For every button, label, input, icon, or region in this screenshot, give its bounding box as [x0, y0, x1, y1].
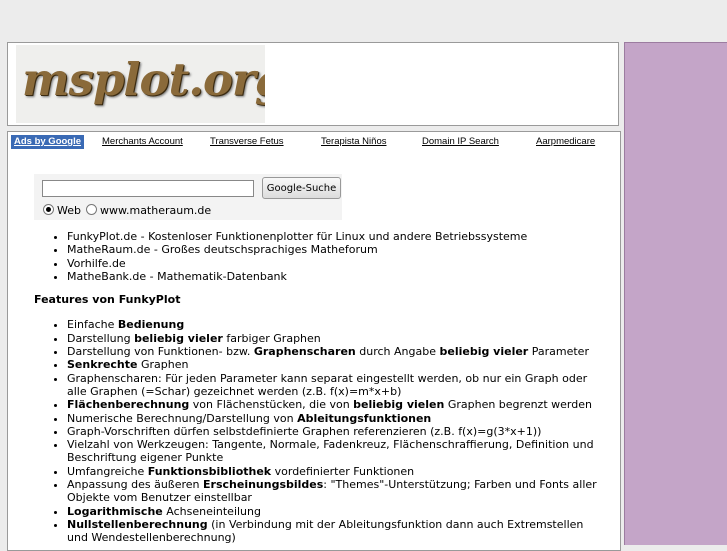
content-area: FunkyPlot.de - Kostenloser Funktionenplo… — [34, 230, 604, 545]
feature-item: Darstellung beliebig vieler farbiger Gra… — [67, 332, 604, 345]
feature-text: beliebig vieler — [439, 345, 529, 359]
features-list: Einfache BedienungDarstellung beliebig v… — [34, 318, 604, 544]
feature-text: Erscheinungsbildes — [203, 478, 324, 492]
radio-web-label: Web — [57, 204, 81, 217]
feature-text: Bedienung — [117, 318, 185, 332]
google-search-box: Google-Suche Web www.matheraum.de — [34, 174, 342, 220]
feature-text: Graphen — [137, 358, 189, 372]
feature-text: Senkrechte — [67, 358, 138, 372]
feature-item: Vielzahl von Werkzeugen: Tangente, Norma… — [67, 438, 604, 465]
header-box: msplot.org — [7, 42, 619, 126]
radio-site-indicator[interactable] — [86, 204, 97, 215]
feature-text: durch Angabe — [355, 345, 440, 359]
site-logo[interactable]: msplot.org — [16, 45, 265, 123]
feature-text: Graphen begrenzt werden — [444, 398, 592, 412]
ad-link-terapista-ninos[interactable]: Terapista Niños — [321, 135, 386, 149]
feature-text: Achseneinteilung — [162, 504, 261, 518]
feature-text: Umfangreiche — [67, 464, 148, 478]
links-list: FunkyPlot.de - Kostenloser Funktionenplo… — [34, 230, 604, 283]
feature-text: vordefinierter Funktionen — [271, 464, 415, 478]
feature-item: Senkrechte Graphen — [67, 358, 604, 371]
feature-item: Graph-Vorschriften dürfen selbstdefinier… — [67, 425, 604, 438]
feature-text: Flächenberechnung — [67, 398, 190, 412]
link-vorhilfe[interactable]: Vorhilfe.de — [67, 257, 604, 270]
feature-item: Anpassung des äußeren Erscheinungsbildes… — [67, 478, 604, 505]
ads-by-google-label[interactable]: Ads by Google — [11, 135, 85, 149]
feature-item: Nullstellenberechnung (in Verbindung mit… — [67, 518, 604, 545]
feature-item: Darstellung von Funktionen- bzw. Graphen… — [67, 345, 604, 358]
feature-text: Graph-Vorschriften dürfen selbstdefinier… — [67, 424, 542, 438]
feature-item: Logarithmische Achseneinteilung — [67, 505, 604, 518]
link-funkyplot[interactable]: FunkyPlot.de - Kostenloser Funktionenplo… — [67, 230, 604, 243]
feature-item: Einfache Bedienung — [67, 318, 604, 331]
search-input[interactable] — [42, 180, 254, 197]
feature-item: Flächenberechnung von Flächenstücken, di… — [67, 398, 604, 411]
ad-link-transverse-fetus[interactable]: Transverse Fetus — [210, 135, 284, 149]
feature-text: Vielzahl von Werkzeugen: Tangente, Norma… — [67, 438, 594, 465]
ad-link-domain-ip-search[interactable]: Domain IP Search — [422, 135, 499, 149]
radio-web[interactable]: Web — [43, 204, 81, 217]
main-content: Ads by Google Merchants Account Transver… — [7, 131, 621, 551]
feature-item: Numerische Berechnung/Darstellung von Ab… — [67, 412, 604, 425]
google-search-button[interactable]: Google-Suche — [262, 177, 341, 199]
feature-text: von Flächenstücken, die von — [189, 398, 354, 412]
feature-text: Parameter — [528, 345, 589, 359]
radio-site[interactable]: www.matheraum.de — [86, 204, 211, 217]
radio-site-label: www.matheraum.de — [100, 204, 212, 217]
feature-text: Funktionsbibliothek — [147, 464, 272, 478]
side-panel — [624, 42, 727, 545]
feature-text: Graphenscharen: Für jeden Parameter kann… — [67, 371, 588, 398]
feature-text: Graphenscharen — [253, 345, 356, 359]
feature-text: Numerische Berechnung/Darstellung von — [67, 411, 298, 425]
feature-text: Darstellung — [67, 331, 135, 345]
feature-text: Darstellung von Funktionen- bzw. — [67, 345, 254, 359]
radio-web-indicator[interactable] — [43, 204, 54, 215]
feature-text: Ableitungsfunktionen — [297, 411, 432, 425]
ad-link-aarpmedicare[interactable]: Aarpmedicare — [536, 135, 595, 149]
logo-text: msplot.org — [22, 53, 265, 106]
feature-text: Einfache — [67, 318, 118, 332]
features-heading: Features von FunkyPlot — [34, 293, 181, 307]
feature-text: beliebig vieler — [134, 331, 223, 345]
feature-text: farbiger Graphen — [222, 331, 321, 345]
feature-item: Umfangreiche Funktionsbibliothek vordefi… — [67, 465, 604, 478]
link-mathebank[interactable]: MatheBank.de - Mathematik-Datenbank — [67, 270, 604, 283]
ad-link-merchants-account[interactable]: Merchants Account — [102, 135, 183, 149]
feature-text: Anpassung des äußeren — [67, 478, 204, 492]
feature-text: beliebig vielen — [353, 398, 445, 412]
feature-item: Graphenscharen: Für jeden Parameter kann… — [67, 372, 604, 399]
feature-text: Nullstellenberechnung — [67, 517, 208, 531]
link-matheraum[interactable]: MatheRaum.de - Großes deutschsprachiges … — [67, 243, 604, 256]
ad-links-bar: Ads by Google Merchants Account Transver… — [10, 134, 616, 150]
feature-text: Logarithmische — [67, 504, 163, 518]
